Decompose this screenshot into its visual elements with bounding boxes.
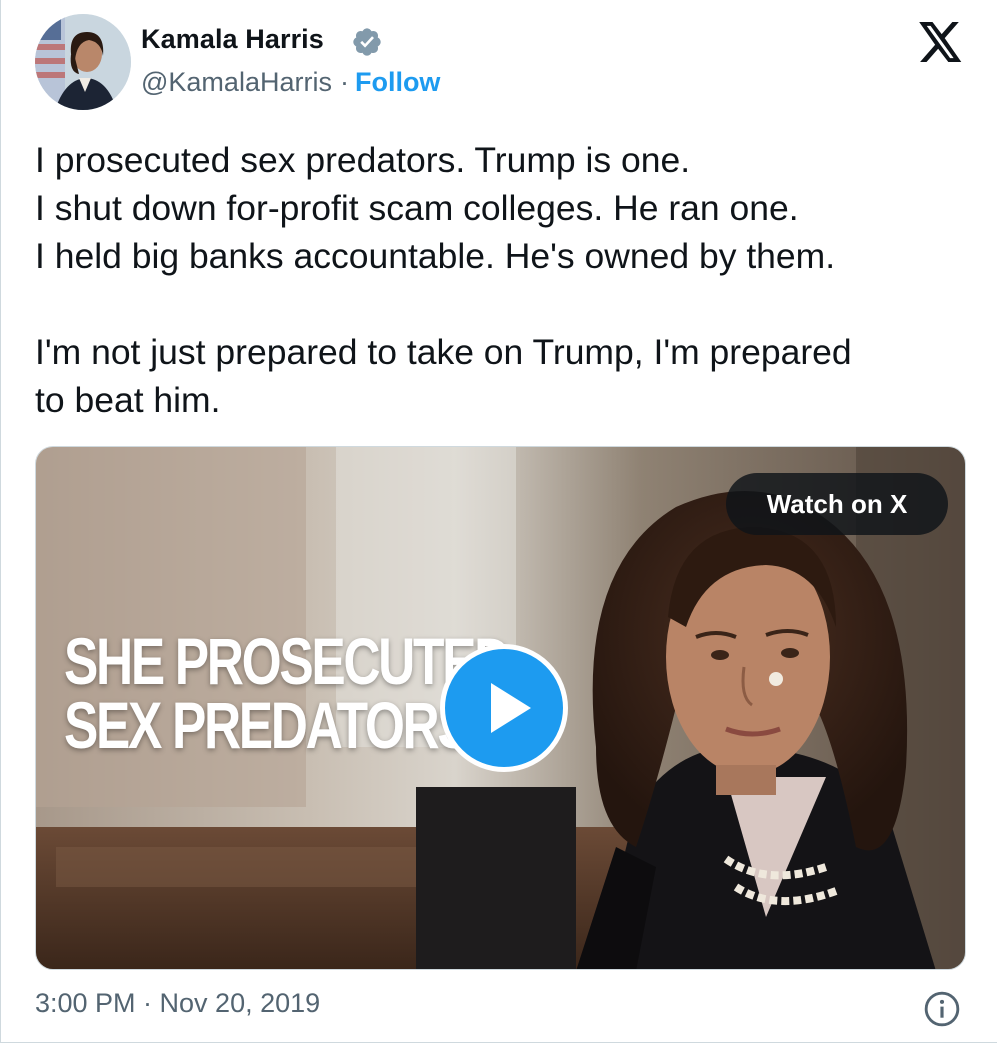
tweet-line: I held big banks accountable. He's owned…	[35, 236, 836, 276]
video-player[interactable]: SHE PROSECUTED SEX PREDATORS Watch on X	[35, 446, 966, 970]
overlay-line: SHE PROSECUTED	[64, 624, 511, 698]
verified-badge-icon	[353, 28, 381, 56]
tweet-timestamp[interactable]: 3:00 PM · Nov 20, 2019	[35, 988, 320, 1019]
tweet-line: I shut down for-profit scam colleges. He…	[35, 188, 799, 228]
play-icon	[491, 683, 531, 733]
separator-dot: ·	[339, 67, 349, 97]
tweet-line: I'm not just prepared to take on Trump, …	[35, 332, 852, 372]
follow-button[interactable]: Follow	[355, 67, 440, 97]
tweet-line: I prosecuted sex predators. Trump is one…	[35, 140, 691, 180]
x-logo-icon[interactable]	[919, 22, 963, 62]
info-icon[interactable]	[923, 990, 961, 1028]
handle-row: @KamalaHarris · Follow	[141, 67, 440, 98]
tweet-card: Kamala Harris @KamalaHarris · Follow I pro…	[0, 0, 997, 1043]
avatar[interactable]	[35, 14, 131, 110]
author-handle[interactable]: @KamalaHarris	[141, 67, 332, 97]
watch-on-x-button[interactable]: Watch on X	[726, 473, 948, 535]
tweet-line: to beat him.	[35, 380, 221, 420]
author-name[interactable]: Kamala Harris	[141, 24, 324, 55]
play-button[interactable]	[440, 644, 568, 772]
tweet-text: I prosecuted sex predators. Trump is one…	[35, 136, 975, 424]
